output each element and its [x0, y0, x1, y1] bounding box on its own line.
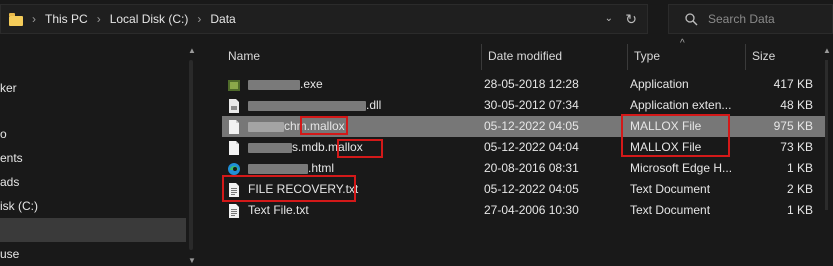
redacted-text — [248, 142, 292, 153]
file-type: Text Document — [630, 203, 711, 217]
column-divider[interactable] — [481, 44, 482, 70]
file-type: Application exten... — [630, 98, 732, 112]
navigation-pane: ker o ents ads isk (C:) use ▲ ▼ — [0, 38, 196, 265]
search-placeholder: Search Data — [708, 12, 775, 26]
breadcrumb-data[interactable]: Data — [210, 12, 235, 26]
file-name: .exe — [248, 74, 323, 95]
nav-item[interactable]: ents — [0, 146, 186, 170]
breadcrumb-local-disk[interactable]: Local Disk (C:) — [110, 12, 189, 26]
file-icon — [229, 120, 239, 134]
column-header-size[interactable]: Size — [752, 42, 775, 70]
nav-item[interactable]: use — [0, 242, 186, 266]
file-size: 1 KB — [786, 161, 813, 175]
chevron-down-icon[interactable]: ⌄ — [605, 13, 613, 24]
file-row[interactable]: .exe 28-05-2018 12:28 Application 417 KB — [222, 74, 825, 95]
file-row[interactable]: s.mdb.mallox 05-12-2022 04:04 MALLOX Fil… — [222, 137, 825, 158]
title-toolbar: › This PC › Local Disk (C:) › Data ⌄ ↻ S… — [0, 0, 833, 38]
scrollbar-thumb[interactable] — [825, 60, 828, 210]
breadcrumb-this-pc[interactable]: This PC — [45, 12, 88, 26]
column-header-date[interactable]: Date modified — [488, 42, 562, 70]
file-date: 05-12-2022 04:04 — [484, 140, 579, 154]
file-name: Text File.txt — [248, 203, 309, 217]
scroll-up-icon[interactable]: ▲ — [188, 46, 196, 55]
file-type: Microsoft Edge H... — [630, 161, 733, 175]
scroll-up-icon[interactable]: ▲ — [823, 46, 831, 55]
file-size: 2 KB — [786, 182, 813, 196]
sort-up-icon: ^ — [680, 38, 685, 49]
exe-icon — [228, 80, 240, 91]
search-icon — [685, 12, 698, 25]
highlight-box — [337, 139, 383, 158]
nav-item-selected[interactable] — [0, 218, 186, 242]
file-size: 975 KB — [773, 119, 813, 133]
address-bar[interactable]: › This PC › Local Disk (C:) › Data ⌄ ↻ — [0, 4, 648, 34]
file-icon — [229, 141, 239, 155]
column-divider[interactable] — [745, 44, 746, 70]
file-date: 05-12-2022 04:05 — [484, 182, 579, 196]
file-name: .dll — [248, 95, 381, 116]
column-divider[interactable] — [627, 44, 628, 70]
folder-icon — [9, 12, 23, 26]
file-date: 05-12-2022 04:05 — [484, 119, 579, 133]
file-type: Application — [630, 77, 689, 91]
file-size: 48 KB — [780, 98, 813, 112]
scrollbar-thumb[interactable] — [189, 60, 193, 250]
file-type: Text Document — [630, 182, 711, 196]
file-row[interactable]: Text File.txt 27-04-2006 10:30 Text Docu… — [222, 200, 825, 221]
redacted-text — [248, 79, 300, 90]
redacted-text — [248, 121, 284, 132]
file-date: 27-04-2006 10:30 — [484, 203, 579, 217]
nav-item[interactable]: ker — [0, 76, 186, 100]
nav-item-local-disk[interactable]: isk (C:) — [0, 194, 186, 218]
file-size: 417 KB — [773, 77, 813, 91]
file-size: 1 KB — [786, 203, 813, 217]
redacted-text — [248, 100, 366, 111]
file-row[interactable]: .dll 30-05-2012 07:34 Application exten.… — [222, 95, 825, 116]
dll-icon — [229, 99, 239, 113]
column-header-row: Name Date modified ^ Type Size — [196, 38, 833, 70]
nav-scrollbar[interactable]: ▲ ▼ — [188, 46, 196, 265]
redacted-text — [248, 163, 308, 174]
file-date: 28-05-2018 12:28 — [484, 77, 579, 91]
refresh-icon[interactable]: ↻ — [625, 11, 637, 28]
file-date: 20-08-2016 08:31 — [484, 161, 579, 175]
chevron-right-icon[interactable]: › — [97, 12, 101, 26]
highlight-box — [300, 116, 348, 135]
highlight-box — [621, 114, 730, 157]
file-list: Name Date modified ^ Type Size .exe 28-0… — [196, 38, 833, 261]
column-header-name[interactable]: Name — [228, 42, 260, 70]
text-icon — [229, 204, 239, 218]
chevron-right-icon[interactable]: › — [197, 12, 201, 26]
file-size: 73 KB — [780, 140, 813, 154]
search-box[interactable]: Search Data — [668, 4, 833, 34]
nav-item[interactable]: ads — [0, 170, 186, 194]
highlight-box — [222, 175, 356, 202]
nav-item[interactable]: o — [0, 122, 186, 146]
chevron-right-icon[interactable]: › — [32, 12, 36, 26]
file-date: 30-05-2012 07:34 — [484, 98, 579, 112]
column-header-type[interactable]: Type — [634, 42, 660, 70]
file-list-scrollbar[interactable]: ▲ — [820, 46, 833, 261]
